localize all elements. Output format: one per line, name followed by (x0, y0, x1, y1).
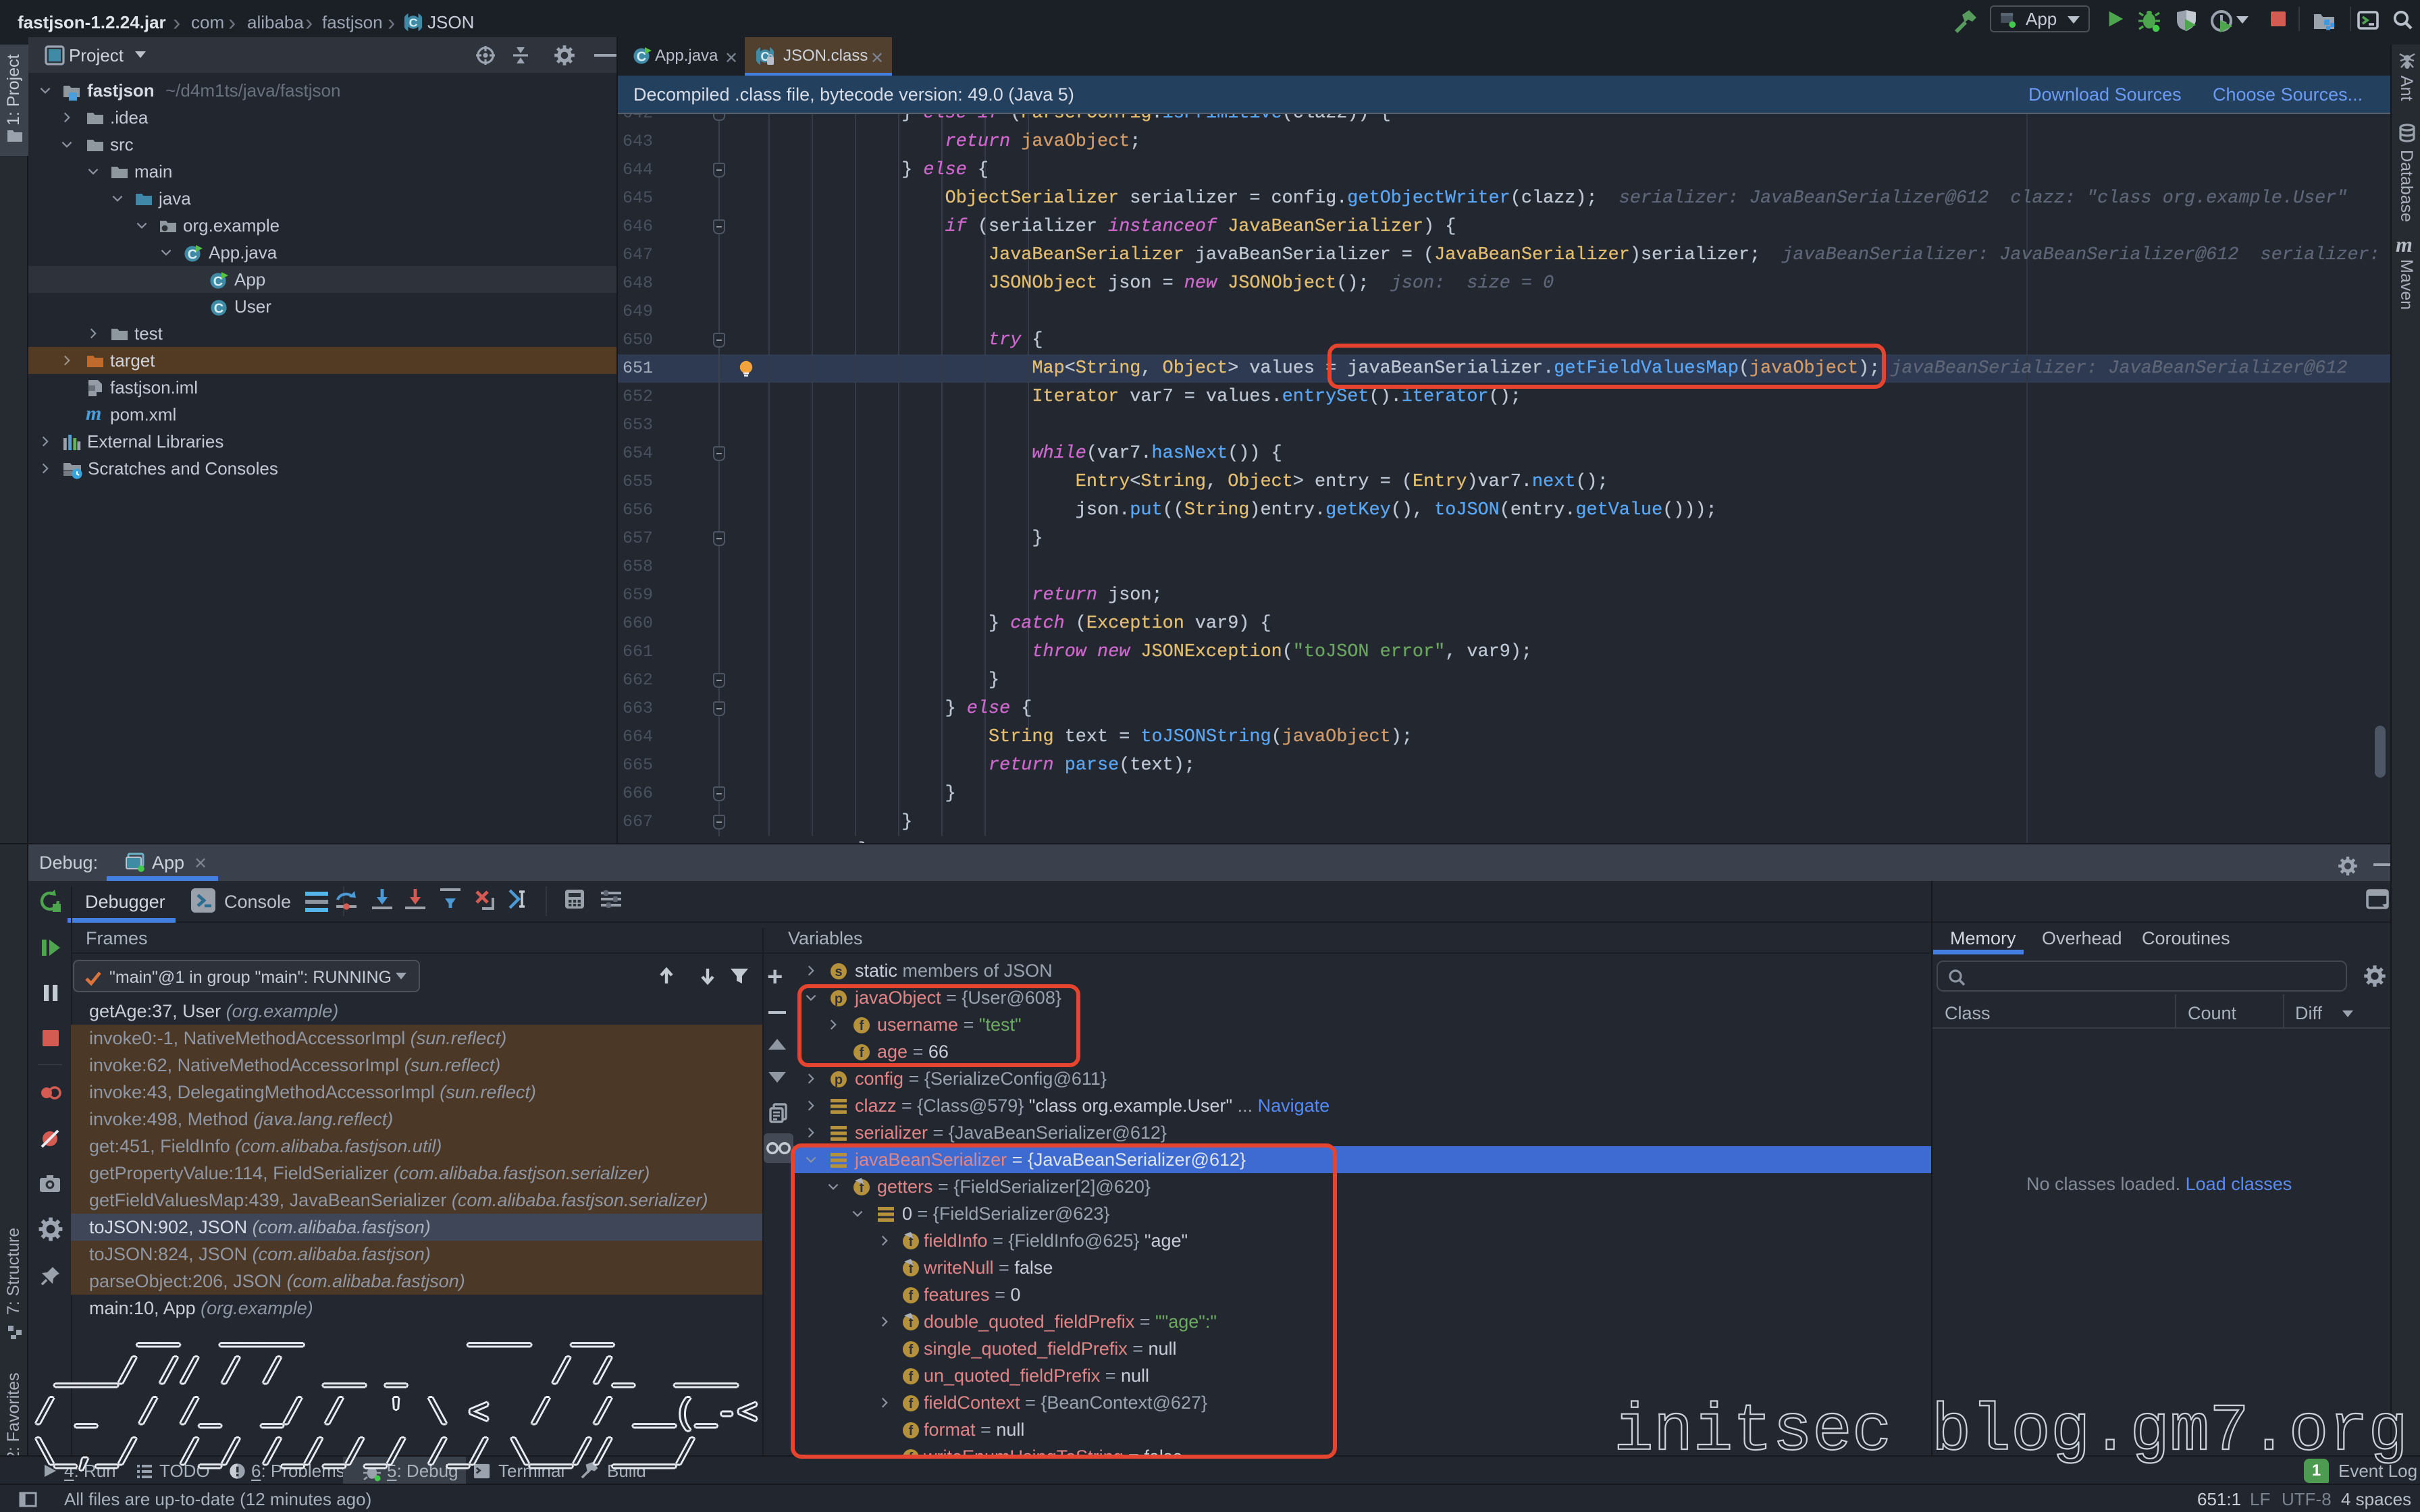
svg-text:C: C (409, 16, 418, 30)
svg-text:C: C (214, 301, 223, 316)
svg-text:s: s (835, 965, 842, 979)
svg-text:p: p (835, 1073, 843, 1087)
